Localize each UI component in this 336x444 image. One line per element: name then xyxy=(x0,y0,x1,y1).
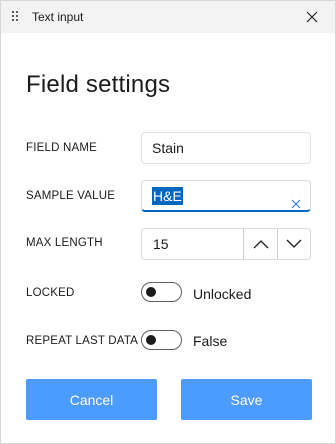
sample-value-label: SAMPLE VALUE xyxy=(26,190,116,202)
toggle-knob xyxy=(146,287,156,297)
close-button[interactable] xyxy=(289,1,335,33)
field-name-value: Stain xyxy=(152,140,184,156)
clear-icon xyxy=(291,199,301,209)
toggle-knob xyxy=(146,335,156,345)
locked-state-text: Unlocked xyxy=(193,286,252,302)
repeat-last-data-label: REPEAT LAST DATA xyxy=(26,335,139,347)
repeat-last-data-state-text: False xyxy=(193,333,228,349)
decrement-button[interactable] xyxy=(277,229,310,259)
cancel-button[interactable]: Cancel xyxy=(26,379,157,420)
clear-button[interactable] xyxy=(290,190,302,209)
max-length-value: 15 xyxy=(153,236,169,252)
locked-label: LOCKED xyxy=(26,287,75,299)
locked-toggle[interactable] xyxy=(141,282,182,302)
max-length-number-box[interactable]: 15 xyxy=(141,228,311,260)
chevron-up-icon xyxy=(253,240,268,249)
field-name-label: FIELD NAME xyxy=(26,142,98,154)
page-title: Field settings xyxy=(26,71,171,98)
repeat-last-data-toggle[interactable] xyxy=(141,330,182,350)
title-bar[interactable]: Text input xyxy=(1,1,335,33)
sample-value-selected-text: H&E xyxy=(152,187,183,205)
max-length-label: MAX LENGTH xyxy=(26,237,103,249)
sample-value-input[interactable]: H&E xyxy=(141,180,311,212)
app-grid-icon xyxy=(12,11,22,22)
field-name-input[interactable]: Stain xyxy=(141,132,311,164)
close-icon xyxy=(306,11,318,23)
window-title: Text input xyxy=(32,10,84,24)
chevron-down-icon xyxy=(286,239,302,248)
increment-button[interactable] xyxy=(243,229,277,259)
save-button[interactable]: Save xyxy=(181,379,312,420)
dialog-window: Text input Field settings FIELD NAME Sta… xyxy=(0,0,336,444)
